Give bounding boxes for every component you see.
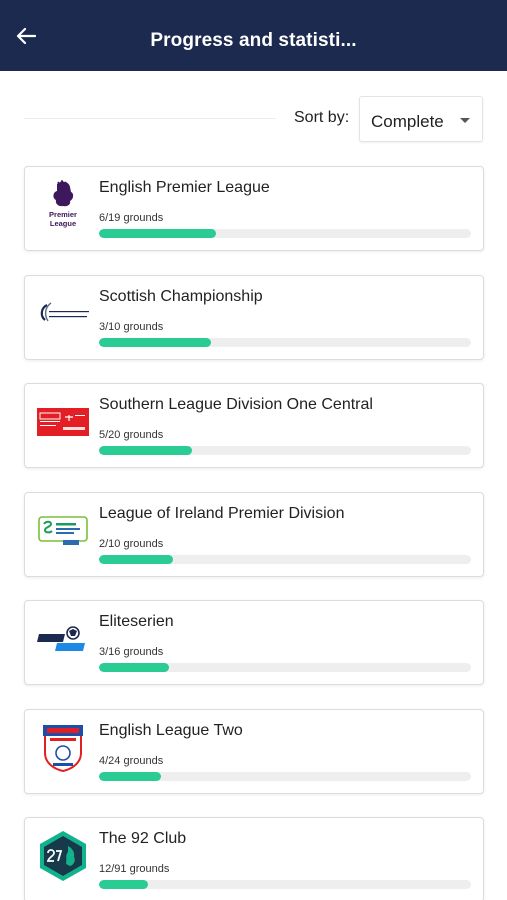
grounds-count: 2/10 grounds bbox=[99, 537, 164, 550]
grounds-count: 4/24 grounds bbox=[99, 754, 164, 767]
progress-bar bbox=[99, 663, 471, 672]
league-name: The 92 Club bbox=[99, 830, 187, 847]
grounds-count: 5/20 grounds bbox=[99, 429, 164, 441]
progress-fill bbox=[99, 229, 217, 238]
svg-text:Premier: Premier bbox=[49, 210, 77, 219]
scottish-championship-logo-icon bbox=[37, 288, 89, 340]
league-name: Eliteserien bbox=[99, 613, 174, 630]
league-name: Scottish Championship bbox=[99, 287, 263, 305]
progress-bar bbox=[99, 880, 471, 889]
progress-fill bbox=[99, 337, 211, 347]
app-bar: Progress and statisti... bbox=[0, 0, 507, 71]
sort-selected-value: Complete bbox=[371, 112, 444, 131]
premier-league-logo-icon: Premier League bbox=[37, 179, 89, 231]
progress-fill bbox=[99, 663, 169, 672]
league-name: Southern League Division One Central bbox=[99, 396, 373, 413]
progress-bar bbox=[99, 229, 471, 238]
league-card[interactable]: Scottish Championship 3/10 grounds bbox=[24, 274, 484, 360]
league-list: Premier League English Premier League 6/… bbox=[24, 166, 484, 900]
league-name: English League Two bbox=[99, 721, 243, 739]
league-card[interactable]: English League Two 4/24 grounds bbox=[24, 708, 484, 794]
progress-fill bbox=[99, 771, 161, 781]
progress-bar bbox=[99, 446, 471, 455]
league-card[interactable]: Southern League Division One Central 5/2… bbox=[24, 383, 484, 468]
sort-label: Sort by: bbox=[294, 109, 350, 126]
progress-fill bbox=[99, 554, 174, 564]
progress-bar bbox=[99, 771, 471, 781]
progress-bar bbox=[99, 554, 471, 564]
divider bbox=[24, 118, 276, 119]
caret-down-icon bbox=[460, 118, 470, 123]
league-name: English Premier League bbox=[99, 179, 270, 196]
league-of-ireland-logo-icon bbox=[37, 505, 89, 557]
the-92-club-logo-icon bbox=[37, 830, 89, 882]
grounds-count: 6/19 grounds bbox=[99, 212, 164, 224]
progress-bar bbox=[99, 337, 471, 347]
grounds-count: 3/16 grounds bbox=[99, 646, 164, 658]
eliteserien-logo-icon bbox=[37, 613, 89, 665]
grounds-count: 12/91 grounds bbox=[99, 863, 170, 875]
page-title: Progress and statisti... bbox=[150, 30, 357, 51]
sort-bar: Sort by: Complete bbox=[0, 94, 507, 142]
efl-league-two-logo-icon bbox=[37, 722, 89, 774]
sort-dropdown[interactable]: Complete bbox=[359, 96, 483, 142]
grounds-count: 3/10 grounds bbox=[99, 320, 164, 333]
league-card[interactable]: League of Ireland Premier Division 2/10 … bbox=[24, 491, 484, 577]
league-card[interactable]: Premier League English Premier League 6/… bbox=[24, 166, 484, 251]
progress-fill bbox=[99, 446, 192, 455]
league-card[interactable]: The 92 Club 12/91 grounds bbox=[24, 817, 484, 900]
league-name: League of Ireland Premier Division bbox=[99, 504, 345, 522]
svg-text:League: League bbox=[50, 219, 76, 228]
progress-fill bbox=[99, 880, 149, 889]
league-card[interactable]: Eliteserien 3/16 grounds bbox=[24, 600, 484, 685]
southern-league-logo-icon bbox=[37, 396, 89, 448]
